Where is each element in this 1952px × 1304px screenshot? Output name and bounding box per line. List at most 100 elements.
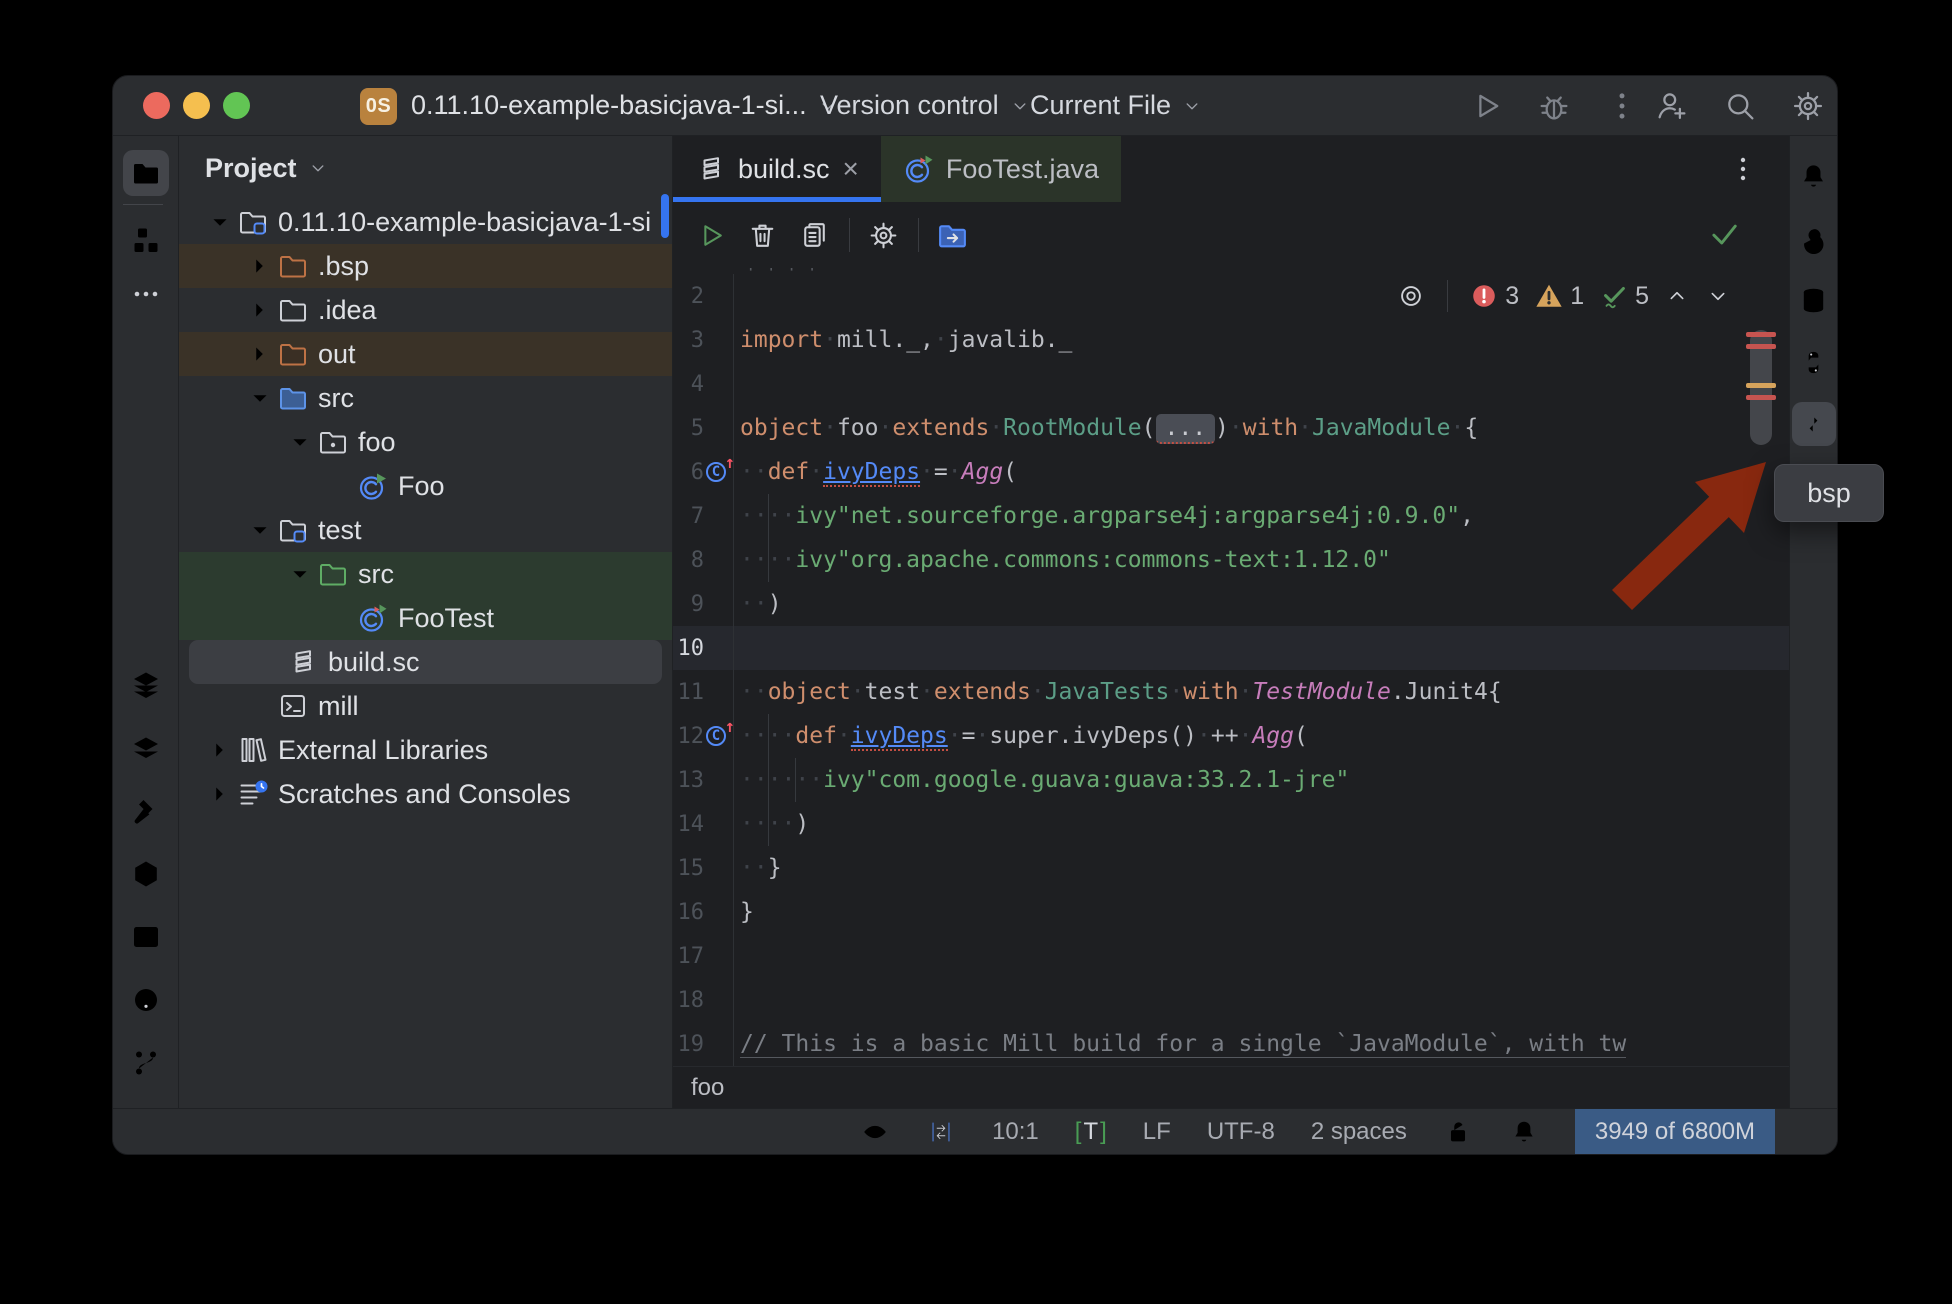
warning-stripe-mark[interactable] xyxy=(1746,383,1776,388)
project-avatar[interactable]: 0S xyxy=(360,88,397,125)
tool-strip-git-branch-icon[interactable] xyxy=(123,1040,169,1086)
settings-gear-icon[interactable] xyxy=(1790,88,1826,124)
version-control-menu[interactable]: Version control xyxy=(820,90,1031,121)
tree-down-chevron-icon[interactable] xyxy=(245,515,275,545)
commit-check-icon[interactable] xyxy=(1706,216,1742,252)
tool-strip-bsp-icon[interactable] xyxy=(1792,402,1836,446)
minimize-window-button[interactable] xyxy=(183,92,210,119)
close-tab-icon[interactable]: × xyxy=(843,155,859,183)
error-stripe-mark[interactable] xyxy=(1746,332,1776,337)
code-line-17[interactable]: 17 xyxy=(673,934,1789,978)
folder-export-icon[interactable] xyxy=(931,214,973,256)
warning-count[interactable]: 1 xyxy=(1534,281,1584,311)
override-gutter-icon[interactable]: C↑ xyxy=(706,723,732,749)
tree-item-foo[interactable]: Foo xyxy=(179,464,672,508)
tree-item-mill[interactable]: mill xyxy=(179,684,672,728)
tool-strip-python-icon[interactable] xyxy=(1792,340,1836,384)
tab-options-kebab-icon[interactable] xyxy=(1727,153,1759,185)
tree-right-chevron-icon[interactable] xyxy=(205,735,235,765)
project-title-menu[interactable]: 0.11.10-example-basicjava-1-si... xyxy=(411,90,839,121)
code-line-9[interactable]: 9··) xyxy=(673,582,1789,626)
next-problem-chevron-down-icon[interactable] xyxy=(1705,283,1731,309)
tool-strip-ai-spiral-icon[interactable] xyxy=(1792,216,1836,260)
prev-problem-chevron-up-icon[interactable] xyxy=(1664,283,1690,309)
close-window-button[interactable] xyxy=(143,92,170,119)
tree-item--bsp[interactable]: .bsp xyxy=(179,244,672,288)
code-line-13[interactable]: 13······ivy"com.google.guava:guava:33.2.… xyxy=(673,758,1789,802)
status-text-utf-8[interactable]: UTF-8 xyxy=(1207,1109,1275,1154)
override-gutter-icon[interactable]: C↑ xyxy=(706,459,732,485)
code-line-8[interactable]: 8····ivy"org.apache.commons:commons-text… xyxy=(673,538,1789,582)
tree-item-build-sc[interactable]: build.sc xyxy=(179,640,672,684)
tree-down-chevron-icon[interactable] xyxy=(245,383,275,413)
status-lock-open-icon[interactable] xyxy=(1443,1109,1473,1154)
run-configuration-menu[interactable]: Current File xyxy=(1030,90,1203,121)
code-line-12[interactable]: 12C↑····def·ivyDeps·=·super.ivyDeps()·++… xyxy=(673,714,1789,758)
error-stripe[interactable] xyxy=(1741,268,1789,1066)
tree-scrollbar[interactable] xyxy=(661,194,669,238)
tool-strip-hexagon-play-icon[interactable] xyxy=(123,851,169,897)
tool-strip-more-horizontal-icon[interactable] xyxy=(123,271,169,317)
code-line-6[interactable]: 6C↑··def·ivyDeps·=·Agg( xyxy=(673,450,1789,494)
highlight-level-eye-icon[interactable] xyxy=(1396,281,1426,311)
tool-strip-structure-icon[interactable] xyxy=(123,217,169,263)
code-line-4[interactable]: 4 xyxy=(673,362,1789,406)
tool-strip-project-folder-icon[interactable] xyxy=(123,150,169,196)
tree-right-chevron-icon[interactable] xyxy=(245,251,275,281)
breadcrumb-item[interactable]: foo xyxy=(691,1074,724,1102)
code-line-14[interactable]: 14····) xyxy=(673,802,1789,846)
tool-strip-problems-icon[interactable] xyxy=(123,977,169,1023)
tool-strip-database-icon[interactable] xyxy=(1792,278,1836,322)
tree-item-foo[interactable]: foo xyxy=(179,420,672,464)
code-line-11[interactable]: 11··object·test·extends·JavaTests·with·T… xyxy=(673,670,1789,714)
tree-right-chevron-icon[interactable] xyxy=(245,339,275,369)
code-line-19[interactable]: 19// This is a basic Mill build for a si… xyxy=(673,1022,1789,1066)
error-count[interactable]: 3 xyxy=(1469,281,1519,311)
tree-item-footest[interactable]: FooTest xyxy=(179,596,672,640)
kebab-menu-icon[interactable] xyxy=(1604,88,1640,124)
tree-item-external-libraries[interactable]: External Libraries xyxy=(179,728,672,772)
editor-tab-footest-java[interactable]: FooTest.java xyxy=(881,136,1121,202)
tree-item--idea[interactable]: .idea xyxy=(179,288,672,332)
status-text-lf[interactable]: LF xyxy=(1143,1109,1171,1154)
code-line-5[interactable]: 5object·foo·extends·RootModule(...)·with… xyxy=(673,406,1789,450)
status-text-10-1[interactable]: 10:1 xyxy=(992,1109,1039,1154)
user-plus-icon[interactable] xyxy=(1654,88,1690,124)
memory-indicator[interactable]: 3949 of 6800M xyxy=(1575,1109,1775,1154)
tree-item-src[interactable]: src xyxy=(179,552,672,596)
tree-item-0-11-10-example-basicjava-1-si[interactable]: 0.11.10-example-basicjava-1-si xyxy=(179,200,672,244)
tree-right-chevron-icon[interactable] xyxy=(205,779,235,809)
tree-item-scratches-and-consoles[interactable]: Scratches and Consoles xyxy=(179,772,672,816)
status-highlight-badge[interactable]: [T] xyxy=(1075,1109,1107,1154)
code-line-10[interactable]: 10 xyxy=(673,626,1789,670)
tool-strip-layers-2-icon[interactable] xyxy=(123,725,169,771)
code-line-3[interactable]: 3import·mill._,·javalib._ xyxy=(673,318,1789,362)
run-play-icon[interactable] xyxy=(1468,88,1504,124)
passed-count[interactable]: 5 xyxy=(1599,281,1649,311)
project-panel-header[interactable]: Project xyxy=(179,136,672,200)
trash-icon[interactable] xyxy=(741,214,783,256)
debug-bug-icon[interactable] xyxy=(1536,88,1572,124)
tool-strip-terminal-icon[interactable] xyxy=(123,914,169,960)
zoom-window-button[interactable] xyxy=(223,92,250,119)
code-line-18[interactable]: 18 xyxy=(673,978,1789,1022)
copy-stack-icon[interactable] xyxy=(793,214,835,256)
tool-strip-notifications-bell-icon[interactable] xyxy=(1792,154,1836,198)
editor-tab-build-sc[interactable]: build.sc× xyxy=(673,136,881,202)
status-bsp-status-icon[interactable] xyxy=(926,1109,956,1154)
tree-down-chevron-icon[interactable] xyxy=(285,427,315,457)
tree-item-out[interactable]: out xyxy=(179,332,672,376)
tree-down-chevron-icon[interactable] xyxy=(205,207,235,237)
code-line-16[interactable]: 16} xyxy=(673,890,1789,934)
search-icon[interactable] xyxy=(1722,88,1758,124)
code-line-15[interactable]: 15··} xyxy=(673,846,1789,890)
inspections-widget[interactable]: 3 1 5 xyxy=(1396,280,1731,312)
status-eye-off-icon[interactable] xyxy=(860,1109,890,1154)
code-editor[interactable]: '''' 23import·mill._,·javalib._45object·… xyxy=(673,268,1789,1066)
status-text-2-spaces[interactable]: 2 spaces xyxy=(1311,1109,1407,1154)
error-stripe-mark[interactable] xyxy=(1746,395,1776,400)
settings-gear-icon[interactable] xyxy=(862,214,904,256)
status-bell-icon[interactable] xyxy=(1509,1109,1539,1154)
tree-item-src[interactable]: src xyxy=(179,376,672,420)
code-line-7[interactable]: 7····ivy"net.sourceforge.argparse4j:argp… xyxy=(673,494,1789,538)
